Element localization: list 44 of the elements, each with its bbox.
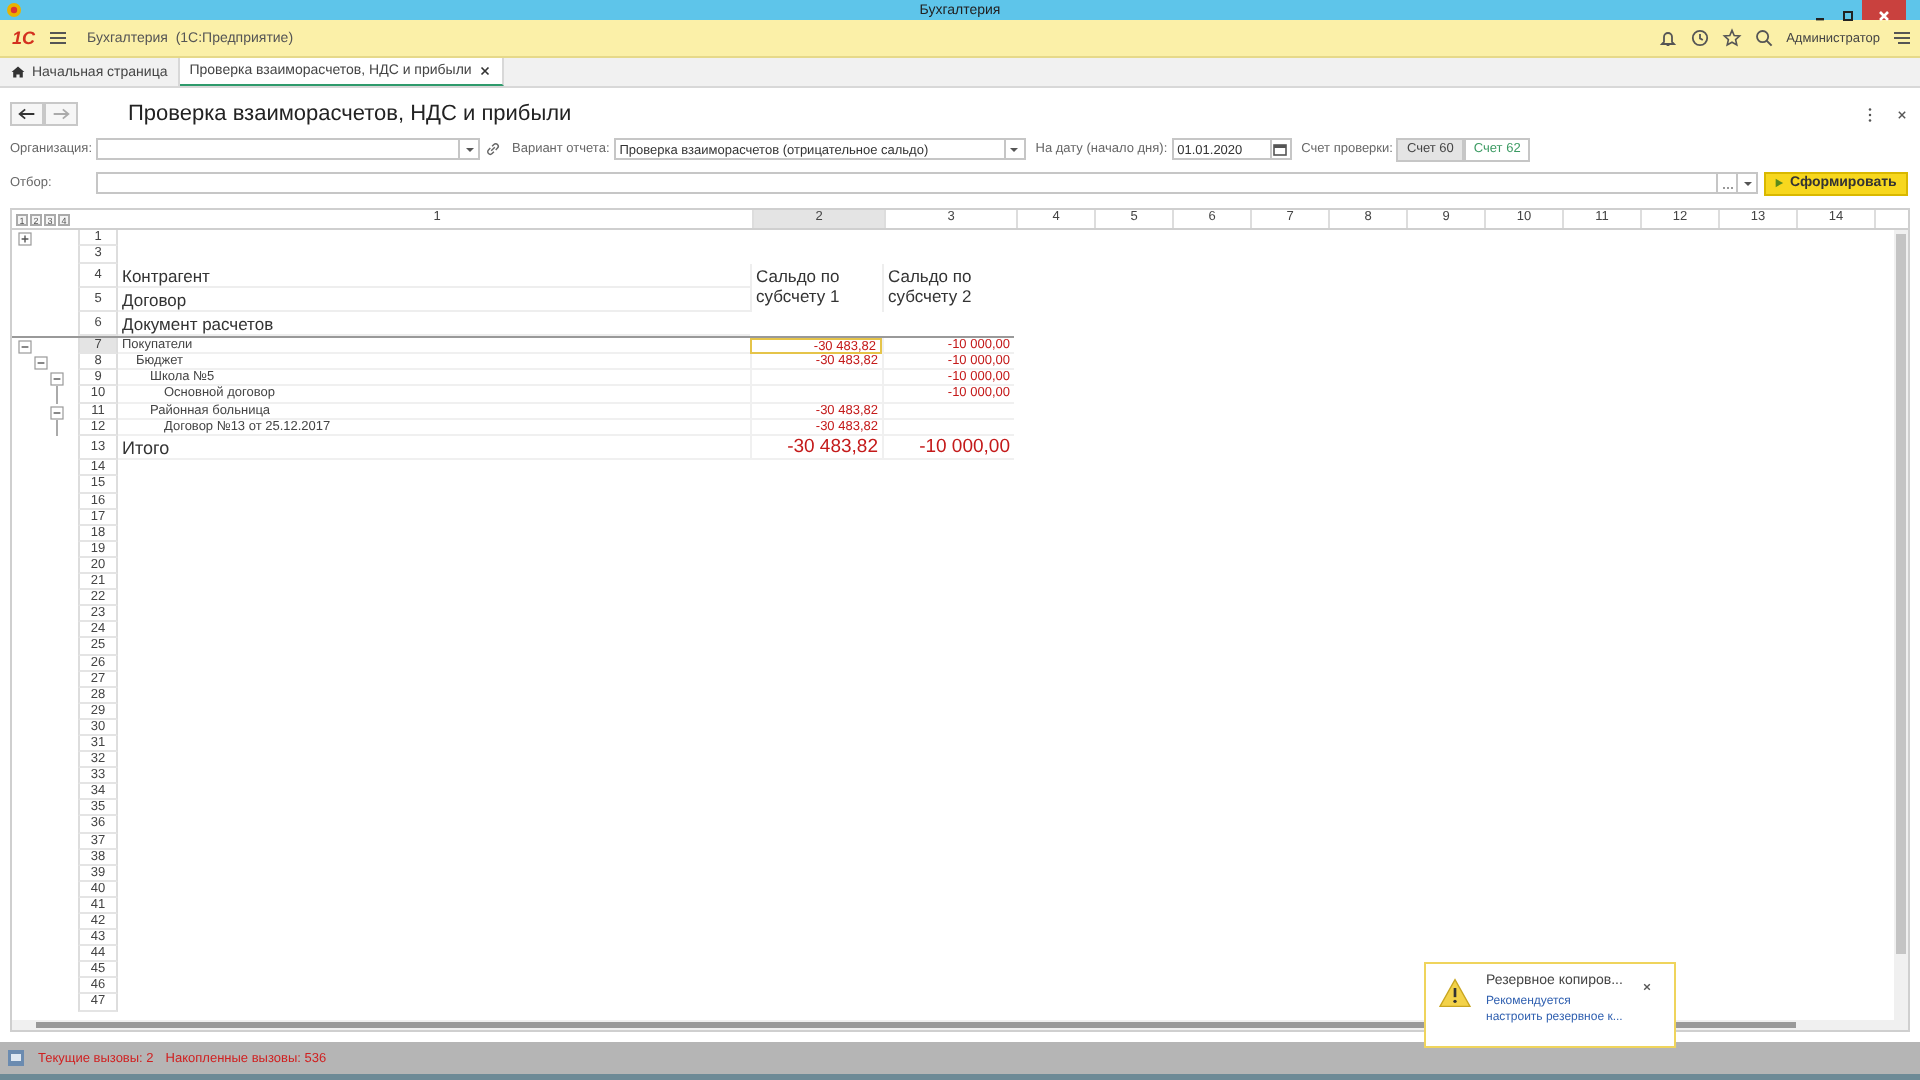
link-icon[interactable] [484,140,502,158]
collapse-icon[interactable] [50,372,64,387]
star-icon[interactable] [1722,28,1743,48]
column-heading: Сальдо по субсчету 2 [882,263,1014,312]
close-icon[interactable] [477,64,492,78]
menu-icon[interactable] [47,28,68,48]
column-heading: Сальдо по субсчету 1 [750,263,882,312]
close-icon[interactable] [1894,105,1910,123]
restore-icon [1838,8,1858,24]
search-icon[interactable] [1754,28,1775,48]
vertical-scrollbar[interactable] [1894,230,1908,1020]
play-icon [1774,178,1784,188]
table-cell: Контрагент [118,263,750,288]
total-value: -30 483,82 [750,436,882,461]
table-cell: Документ расчетов [118,311,750,336]
history-icon[interactable] [1690,28,1711,48]
expand-icon[interactable] [18,232,32,246]
collapse-icon[interactable] [50,405,64,420]
close-icon[interactable] [1640,980,1654,994]
app-icon [6,2,22,18]
total-value: -10 000,00 [882,436,1014,461]
left-arrow-icon [16,106,38,122]
table-cell: Договор [118,287,750,312]
dropdown-button[interactable] [460,138,480,160]
back-button[interactable] [10,102,44,126]
collapse-icon[interactable] [18,339,32,354]
filter-field[interactable] [96,172,1718,194]
total-label: Итого [118,436,750,461]
right-arrow-icon [50,106,72,122]
form-title: Проверка взаиморасчетов, НДС и прибыли [128,102,572,126]
organization-field[interactable] [96,138,460,160]
dropdown-button[interactable] [1005,138,1026,160]
calendar-button[interactable] [1271,138,1292,160]
close-button[interactable] [1862,0,1906,20]
close-icon [1874,8,1894,24]
bell-icon[interactable] [1658,28,1679,48]
app-logo: 1С [12,28,36,48]
calendar-icon [1272,141,1289,157]
computer-icon[interactable] [6,1048,26,1068]
settings-menu-icon[interactable] [1892,28,1912,48]
home-icon [10,64,26,80]
collapse-icon[interactable] [34,355,48,370]
warning-icon [1438,978,1472,1008]
dropdown-button[interactable] [1738,172,1758,194]
